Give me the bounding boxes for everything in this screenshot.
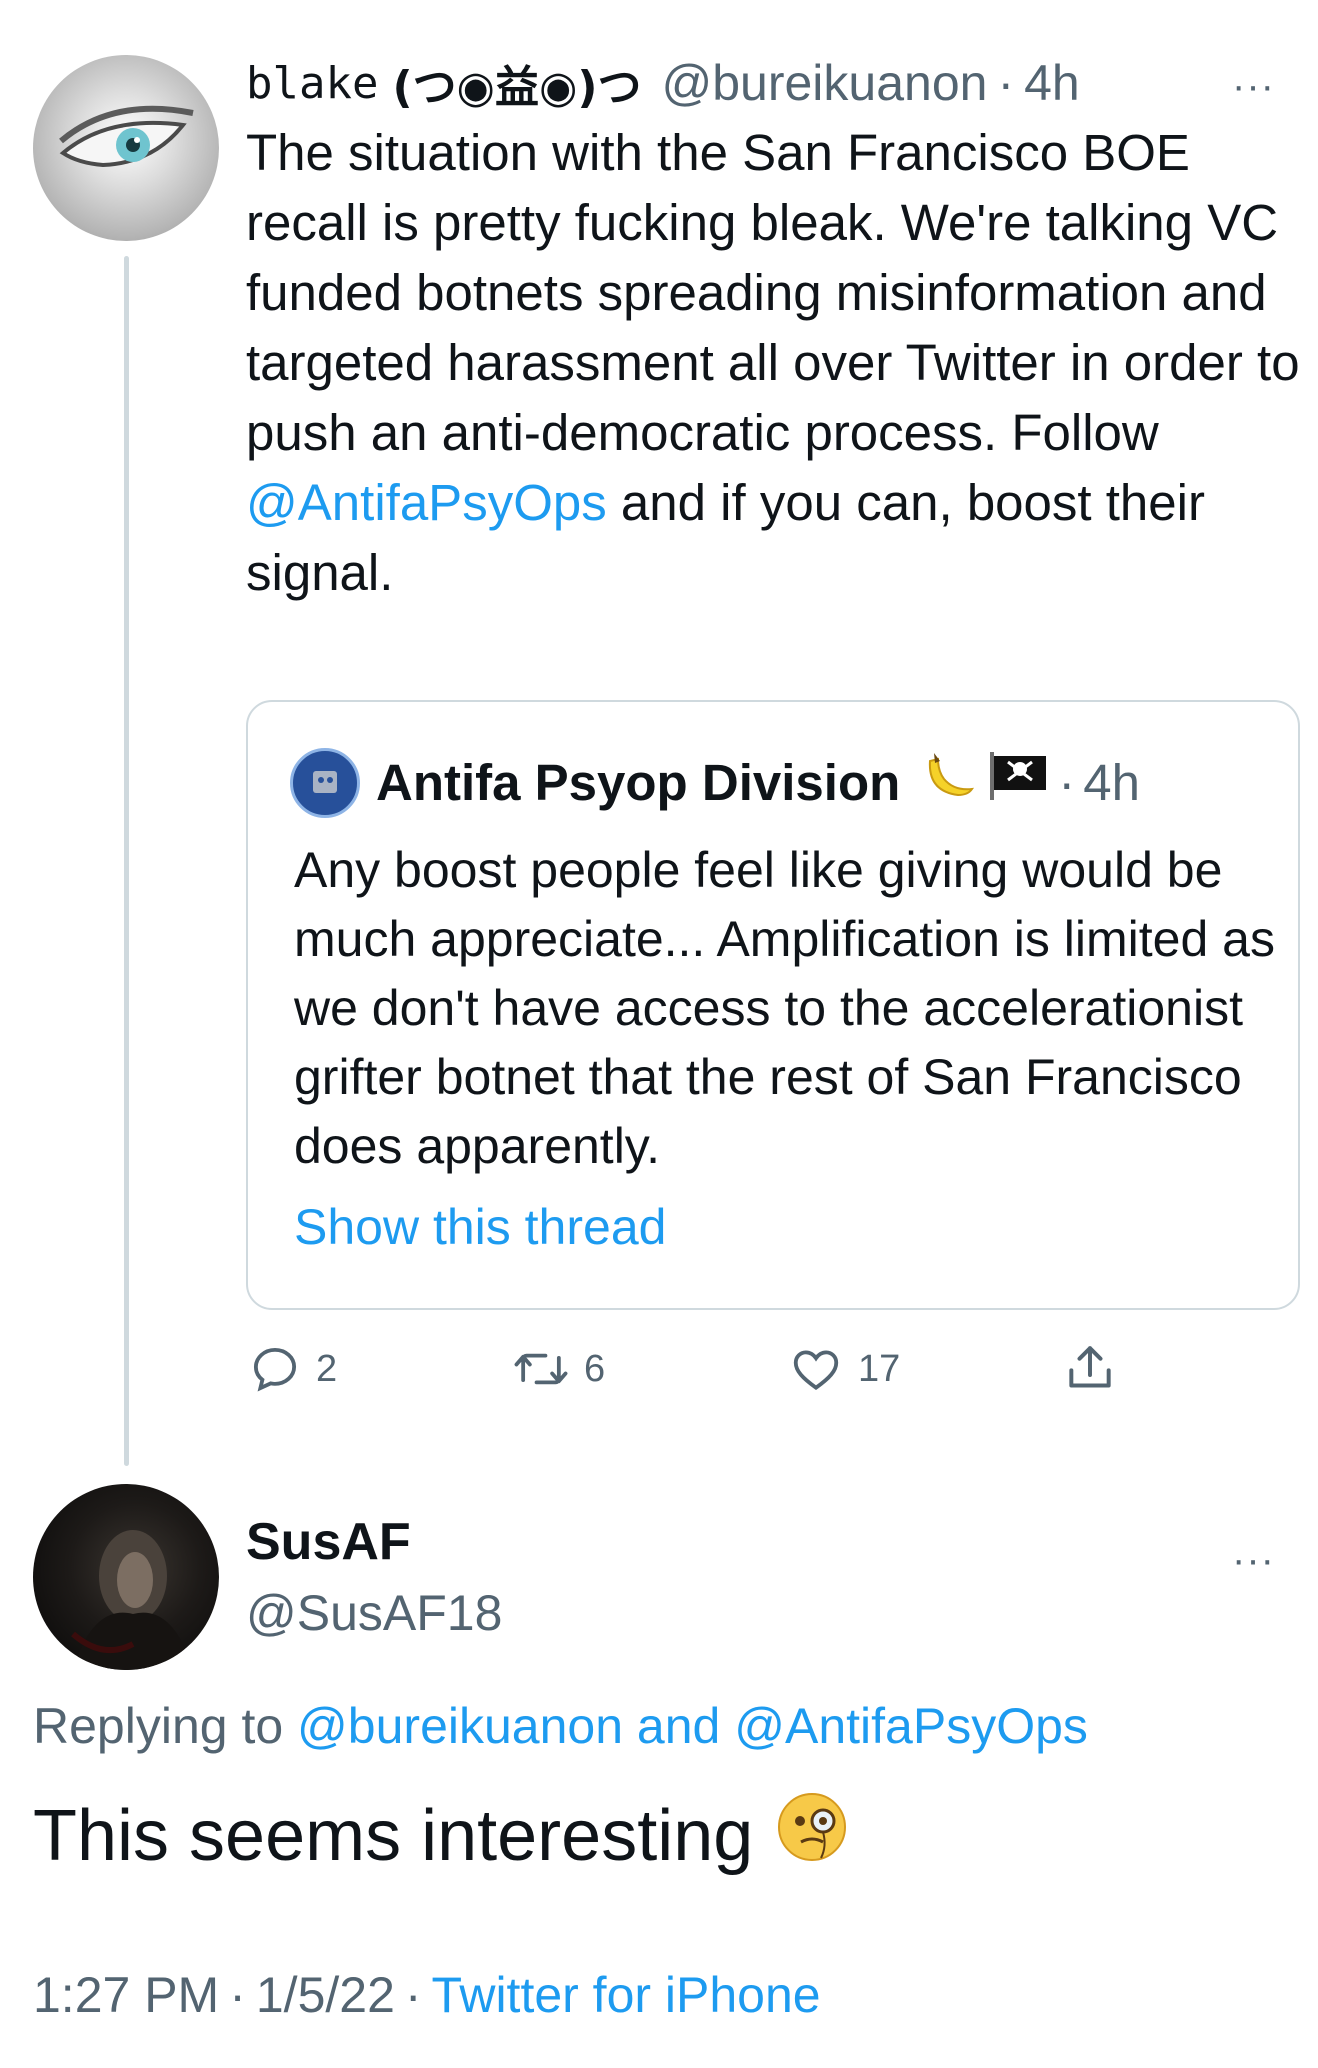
main-tweet-text-part1: The situation with the San Francisco BOE… xyxy=(246,124,1300,461)
replying-to-and: and xyxy=(623,1698,735,1754)
reply-button[interactable]: 2 xyxy=(248,1342,337,1396)
replying-to-prefix: Replying to xyxy=(33,1698,298,1754)
reply-more-options-icon[interactable]: ··· xyxy=(1232,1540,1275,1580)
reply-author-name[interactable]: SusAF xyxy=(246,1512,411,1572)
main-tweet-author-name[interactable]: blake xyxy=(246,58,378,109)
like-button[interactable]: 17 xyxy=(788,1342,900,1396)
pirate-flag-icon xyxy=(988,750,1050,814)
like-count: 17 xyxy=(858,1347,901,1390)
reply-author-handle[interactable]: @SusAF18 xyxy=(246,1584,502,1642)
show-thread-link[interactable]: Show this thread xyxy=(294,1198,666,1256)
thread-connector-line xyxy=(124,256,129,1466)
replying-to-bureikuanon-link[interactable]: @bureikuanon xyxy=(297,1698,623,1754)
blake-avatar[interactable] xyxy=(33,55,219,241)
retweet-count: 6 xyxy=(584,1347,606,1390)
hooded-figure-image xyxy=(71,1530,193,1670)
heart-icon xyxy=(793,1350,839,1391)
quote-author-name[interactable]: Antifa Psyop Division xyxy=(376,753,900,812)
main-tweet-author-kaomoji[interactable]: (つ◉益◉)つ xyxy=(392,51,641,115)
reply-count: 2 xyxy=(316,1347,338,1390)
psyop-logo-icon xyxy=(295,753,355,813)
face-with-monocle-icon xyxy=(775,1790,849,1881)
tweet-meta-footer: 1:27 PM · 1/5/22 · Twitter for iPhone xyxy=(33,1966,821,2024)
quote-tweet-time[interactable]: 4h xyxy=(1083,753,1140,812)
header-separator: · xyxy=(997,55,1015,111)
tweet-source-link[interactable]: Twitter for iPhone xyxy=(432,1967,821,2023)
tweet-time[interactable]: 1:27 PM xyxy=(33,1967,219,2023)
susaf-avatar[interactable] xyxy=(33,1484,219,1670)
retweet-icon xyxy=(514,1353,568,1385)
retweet-button[interactable]: 6 xyxy=(512,1342,605,1396)
reply-icon xyxy=(253,1347,297,1392)
footer-separator-1: · xyxy=(229,1967,246,2023)
quote-tweet-text: Any boost people feel like giving would … xyxy=(294,842,1275,1174)
share-icon xyxy=(1069,1346,1111,1388)
footer-separator-2: · xyxy=(404,1967,422,2023)
banana-emoji-icon xyxy=(918,747,976,817)
main-tweet-handle[interactable]: @bureikuanon xyxy=(661,54,987,112)
reply-tweet-text: This seems interesting xyxy=(33,1795,754,1876)
main-tweet-header: blake (つ◉益◉)つ @bureikuanon · 4h xyxy=(246,48,1286,118)
eye-image xyxy=(59,105,194,168)
mention-link[interactable]: @AntifaPsyOps xyxy=(246,474,607,531)
reply-tweet-text-line: This seems interesting xyxy=(33,1790,849,1881)
replying-to-line: Replying to @bureikuanon and @AntifaPsyO… xyxy=(33,1697,1088,1755)
more-options-icon[interactable]: ··· xyxy=(1232,66,1275,106)
replying-to-antifapsyops-link[interactable]: @AntifaPsyOps xyxy=(734,1698,1088,1754)
quote-author-avatar[interactable] xyxy=(290,748,360,818)
share-button[interactable] xyxy=(1062,1340,1118,1396)
main-tweet-time[interactable]: 4h xyxy=(1024,54,1080,112)
quote-separator: · xyxy=(1058,753,1076,811)
main-tweet-text: The situation with the San Francisco BOE… xyxy=(246,118,1306,608)
quote-tweet-header: Antifa Psyop Division · 4h xyxy=(376,745,1140,819)
tweet-date[interactable]: 1/5/22 xyxy=(256,1967,395,2023)
